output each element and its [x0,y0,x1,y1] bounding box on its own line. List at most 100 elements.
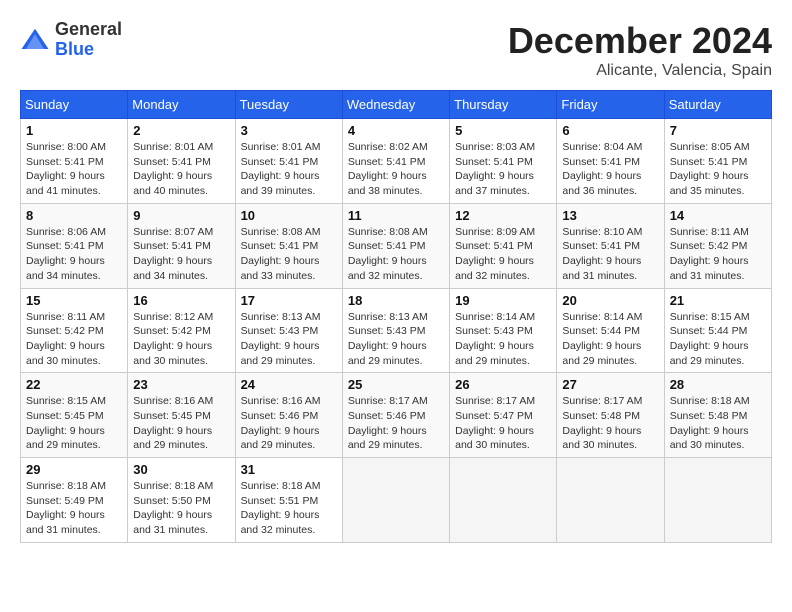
day-info: Sunrise: 8:17 AM Sunset: 5:48 PM Dayligh… [562,394,658,453]
calendar-header-tuesday: Tuesday [235,91,342,119]
calendar-day-12: 12Sunrise: 8:09 AM Sunset: 5:41 PM Dayli… [450,203,557,288]
calendar-day-27: 27 Sunrise: 8:17 AM Sunset: 5:48 PM Dayli… [557,373,664,458]
calendar-day-28: 28 Sunrise: 8:18 AM Sunset: 5:48 PM Dayli… [664,373,771,458]
day-number: 18 [348,293,444,308]
day-number: 2 [133,123,229,138]
calendar-day-5: 5Sunrise: 8:03 AM Sunset: 5:41 PM Daylig… [450,119,557,204]
day-number: 9 [133,208,229,223]
day-number: 16 [133,293,229,308]
calendar-day-10: 10 Sunrise: 8:08 AM Sunset: 5:41 PM Dayli… [235,203,342,288]
calendar-week-2: 8 Sunrise: 8:06 AM Sunset: 5:41 PM Daylig… [21,203,772,288]
day-info: Sunrise: 8:08 AM Sunset: 5:41 PM Dayligh… [241,225,337,284]
day-number: 20 [562,293,658,308]
day-info: Sunrise: 8:01 AM Sunset: 5:41 PM Dayligh… [241,140,337,199]
calendar-day-6: 6 Sunrise: 8:04 AM Sunset: 5:41 PM Daylig… [557,119,664,204]
calendar-day-3: 3Sunrise: 8:01 AM Sunset: 5:41 PM Daylig… [235,119,342,204]
day-info: Sunrise: 8:11 AM Sunset: 5:42 PM Dayligh… [26,310,122,369]
day-number: 31 [241,462,337,477]
day-number: 21 [670,293,766,308]
calendar-day-11: 11 Sunrise: 8:08 AM Sunset: 5:41 PM Dayli… [342,203,449,288]
day-info: Sunrise: 8:16 AM Sunset: 5:45 PM Dayligh… [133,394,229,453]
day-info: Sunrise: 8:02 AM Sunset: 5:41 PM Dayligh… [348,140,444,199]
calendar-day-31: 31 Sunrise: 8:18 AM Sunset: 5:51 PM Dayli… [235,458,342,543]
calendar-day-16: 16 Sunrise: 8:12 AM Sunset: 5:42 PM Dayli… [128,288,235,373]
calendar-day-13: 13 Sunrise: 8:10 AM Sunset: 5:41 PM Dayli… [557,203,664,288]
calendar-day-26: 26Sunrise: 8:17 AM Sunset: 5:47 PM Dayli… [450,373,557,458]
day-info: Sunrise: 8:18 AM Sunset: 5:51 PM Dayligh… [241,479,337,538]
day-number: 17 [241,293,337,308]
day-info: Sunrise: 8:10 AM Sunset: 5:41 PM Dayligh… [562,225,658,284]
calendar-day-8: 8 Sunrise: 8:06 AM Sunset: 5:41 PM Daylig… [21,203,128,288]
day-info: Sunrise: 8:15 AM Sunset: 5:44 PM Dayligh… [670,310,766,369]
day-info: Sunrise: 8:18 AM Sunset: 5:49 PM Dayligh… [26,479,122,538]
calendar-day-15: 15 Sunrise: 8:11 AM Sunset: 5:42 PM Dayli… [21,288,128,373]
day-number: 30 [133,462,229,477]
day-info: Sunrise: 8:06 AM Sunset: 5:41 PM Dayligh… [26,225,122,284]
day-info: Sunrise: 8:13 AM Sunset: 5:43 PM Dayligh… [348,310,444,369]
day-info: Sunrise: 8:18 AM Sunset: 5:50 PM Dayligh… [133,479,229,538]
calendar-day-20: 20 Sunrise: 8:14 AM Sunset: 5:44 PM Dayli… [557,288,664,373]
calendar-empty-cell [342,458,449,543]
calendar-week-4: 22 Sunrise: 8:15 AM Sunset: 5:45 PM Dayli… [21,373,772,458]
calendar-day-14: 14Sunrise: 8:11 AM Sunset: 5:42 PM Dayli… [664,203,771,288]
day-info: Sunrise: 8:12 AM Sunset: 5:42 PM Dayligh… [133,310,229,369]
logo-general-text: General [55,20,122,40]
day-info: Sunrise: 8:05 AM Sunset: 5:41 PM Dayligh… [670,140,766,199]
calendar-day-1: 1Sunrise: 8:00 AM Sunset: 5:41 PM Daylig… [21,119,128,204]
calendar-day-9: 9 Sunrise: 8:07 AM Sunset: 5:41 PM Daylig… [128,203,235,288]
day-number: 29 [26,462,122,477]
day-info: Sunrise: 8:04 AM Sunset: 5:41 PM Dayligh… [562,140,658,199]
day-number: 27 [562,377,658,392]
calendar-day-2: 2 Sunrise: 8:01 AM Sunset: 5:41 PM Daylig… [128,119,235,204]
calendar-day-24: 24 Sunrise: 8:16 AM Sunset: 5:46 PM Dayli… [235,373,342,458]
calendar-day-4: 4 Sunrise: 8:02 AM Sunset: 5:41 PM Daylig… [342,119,449,204]
day-number: 4 [348,123,444,138]
day-number: 15 [26,293,122,308]
calendar-day-19: 19Sunrise: 8:14 AM Sunset: 5:43 PM Dayli… [450,288,557,373]
calendar-header-wednesday: Wednesday [342,91,449,119]
day-info: Sunrise: 8:14 AM Sunset: 5:44 PM Dayligh… [562,310,658,369]
day-number: 13 [562,208,658,223]
day-info: Sunrise: 8:17 AM Sunset: 5:46 PM Dayligh… [348,394,444,453]
day-number: 6 [562,123,658,138]
logo: General Blue [20,20,122,60]
calendar-day-18: 18 Sunrise: 8:13 AM Sunset: 5:43 PM Dayli… [342,288,449,373]
day-number: 28 [670,377,766,392]
logo-text: General Blue [55,20,122,60]
calendar-day-25: 25 Sunrise: 8:17 AM Sunset: 5:46 PM Dayli… [342,373,449,458]
location: Alicante, Valencia, Spain [508,62,772,80]
day-info: Sunrise: 8:16 AM Sunset: 5:46 PM Dayligh… [241,394,337,453]
calendar-week-3: 15 Sunrise: 8:11 AM Sunset: 5:42 PM Dayli… [21,288,772,373]
calendar-header-saturday: Saturday [664,91,771,119]
day-number: 24 [241,377,337,392]
calendar-day-29: 29 Sunrise: 8:18 AM Sunset: 5:49 PM Dayli… [21,458,128,543]
day-number: 8 [26,208,122,223]
logo-blue-text: Blue [55,40,122,60]
calendar-header-sunday: Sunday [21,91,128,119]
day-number: 10 [241,208,337,223]
day-number: 12 [455,208,551,223]
title-area: December 2024 Alicante, Valencia, Spain [508,20,772,80]
day-info: Sunrise: 8:15 AM Sunset: 5:45 PM Dayligh… [26,394,122,453]
day-info: Sunrise: 8:18 AM Sunset: 5:48 PM Dayligh… [670,394,766,453]
day-number: 25 [348,377,444,392]
calendar-week-5: 29 Sunrise: 8:18 AM Sunset: 5:49 PM Dayli… [21,458,772,543]
day-number: 22 [26,377,122,392]
day-number: 11 [348,208,444,223]
logo-icon [20,25,50,55]
calendar-header-friday: Friday [557,91,664,119]
day-number: 19 [455,293,551,308]
day-info: Sunrise: 8:03 AM Sunset: 5:41 PM Dayligh… [455,140,551,199]
day-info: Sunrise: 8:13 AM Sunset: 5:43 PM Dayligh… [241,310,337,369]
day-number: 23 [133,377,229,392]
calendar-header-monday: Monday [128,91,235,119]
day-info: Sunrise: 8:08 AM Sunset: 5:41 PM Dayligh… [348,225,444,284]
day-number: 1 [26,123,122,138]
header: General Blue December 2024 Alicante, Val… [20,20,772,80]
day-info: Sunrise: 8:01 AM Sunset: 5:41 PM Dayligh… [133,140,229,199]
day-info: Sunrise: 8:07 AM Sunset: 5:41 PM Dayligh… [133,225,229,284]
calendar-day-21: 21 Sunrise: 8:15 AM Sunset: 5:44 PM Dayli… [664,288,771,373]
month-title: December 2024 [508,20,772,62]
calendar-day-30: 30 Sunrise: 8:18 AM Sunset: 5:50 PM Dayli… [128,458,235,543]
calendar-day-23: 23 Sunrise: 8:16 AM Sunset: 5:45 PM Dayli… [128,373,235,458]
